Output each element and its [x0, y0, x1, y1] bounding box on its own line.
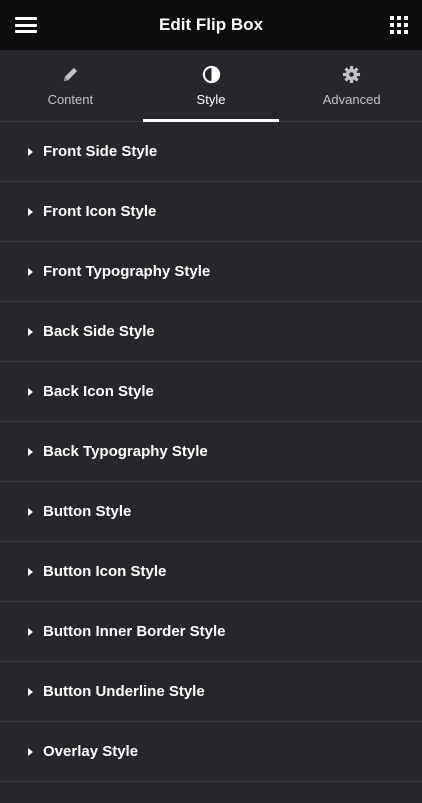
caret-right-icon — [28, 507, 33, 516]
caret-right-icon — [28, 207, 33, 216]
section-label: Back Icon Style — [43, 383, 154, 400]
pencil-icon — [63, 67, 77, 81]
section-label: Button Underline Style — [43, 683, 205, 700]
section-back-side-style[interactable]: Back Side Style — [0, 302, 422, 362]
caret-right-icon — [28, 447, 33, 456]
section-button-underline-style[interactable]: Button Underline Style — [0, 662, 422, 722]
tab-content-label: Content — [47, 91, 94, 107]
section-back-icon-style[interactable]: Back Icon Style — [0, 362, 422, 422]
tab-style-label: Style — [196, 91, 226, 107]
section-overlay-style[interactable]: Overlay Style — [0, 722, 422, 782]
section-label: Front Typography Style — [43, 263, 211, 280]
tab-bar: Content Style Advanced — [0, 50, 422, 122]
section-label: Front Icon Style — [43, 203, 157, 220]
tab-advanced-label: Advanced — [322, 91, 381, 107]
tab-content[interactable]: Content — [0, 50, 141, 121]
tab-advanced[interactable]: Advanced — [281, 50, 422, 121]
caret-right-icon — [28, 687, 33, 696]
section-label: Button Style — [43, 503, 132, 520]
gear-icon — [343, 65, 361, 83]
section-button-icon-style[interactable]: Button Icon Style — [0, 542, 422, 602]
section-front-typography-style[interactable]: Front Typography Style — [0, 242, 422, 302]
section-button-style[interactable]: Button Style — [0, 482, 422, 542]
section-label: Back Typography Style — [43, 443, 208, 460]
section-label: Button Inner Border Style — [43, 623, 226, 640]
section-button-inner-border-style[interactable]: Button Inner Border Style — [0, 602, 422, 662]
page-title: Edit Flip Box — [159, 15, 263, 34]
caret-right-icon — [28, 327, 33, 336]
style-sections: Front Side Style Front Icon Style Front … — [0, 122, 422, 782]
section-back-typography-style[interactable]: Back Typography Style — [0, 422, 422, 482]
caret-right-icon — [28, 147, 33, 156]
caret-right-icon — [28, 627, 33, 636]
tab-style[interactable]: Style — [141, 50, 282, 122]
section-label: Back Side Style — [43, 323, 155, 340]
grid-icon[interactable] — [390, 16, 408, 34]
section-label: Button Icon Style — [43, 563, 167, 580]
section-label: Overlay Style — [43, 743, 139, 760]
caret-right-icon — [28, 567, 33, 576]
section-front-side-style[interactable]: Front Side Style — [0, 122, 422, 182]
caret-right-icon — [28, 747, 33, 756]
caret-right-icon — [28, 267, 33, 276]
caret-right-icon — [28, 387, 33, 396]
panel-header: Edit Flip Box — [0, 0, 422, 50]
hamburger-icon[interactable] — [15, 17, 37, 33]
section-front-icon-style[interactable]: Front Icon Style — [0, 182, 422, 242]
section-label: Front Side Style — [43, 143, 158, 160]
contrast-icon — [202, 65, 220, 83]
